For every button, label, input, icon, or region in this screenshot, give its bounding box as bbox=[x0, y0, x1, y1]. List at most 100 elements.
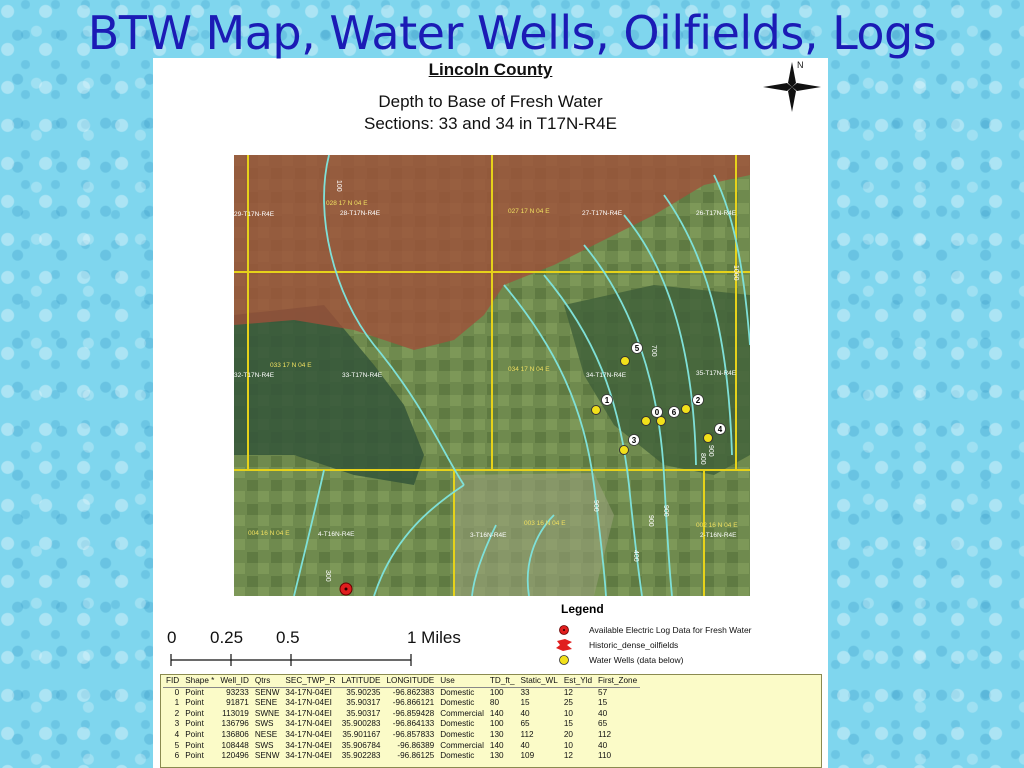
table-cell: 34-17N-04EI bbox=[285, 719, 332, 729]
table-cell: 136796 bbox=[221, 719, 249, 729]
table-cell: 130 bbox=[489, 729, 504, 739]
contour-label: 300 bbox=[324, 570, 331, 582]
table-cell: 65 bbox=[598, 719, 608, 729]
map-legend: Legend Available Electric Log Data for F… bbox=[553, 602, 828, 672]
section-label: 28-T17N-R4E bbox=[340, 210, 381, 217]
table-row[interactable]: 4 Point 136806 NESE 34-17N-04EI 35.901167 -96.… bbox=[163, 730, 640, 741]
table-cell: 34-17N-04EI bbox=[285, 708, 332, 718]
table-cell: 35.901167 bbox=[342, 729, 381, 739]
table-cell: SWNE bbox=[254, 708, 280, 718]
column-header: Well_ID bbox=[217, 676, 252, 688]
table-cell: 35.90235 bbox=[346, 687, 381, 697]
table-cell: SENW bbox=[254, 751, 280, 761]
table-cell: 57 bbox=[598, 687, 608, 697]
water-well-marker[interactable] bbox=[656, 416, 666, 426]
table-cell: 140 bbox=[489, 740, 504, 750]
well-number-label: 1 bbox=[605, 396, 610, 405]
oilfield-swatch-icon bbox=[556, 639, 572, 651]
table-cell: 6 bbox=[174, 751, 180, 761]
map-subtitle-depth: Depth to Base of Fresh Water bbox=[378, 92, 603, 111]
map-subtitle-sections: Sections: 33 and 34 in T17N-R4E bbox=[364, 114, 617, 133]
table-cell: Domestic bbox=[440, 719, 475, 729]
table-cell: 15 bbox=[598, 698, 608, 708]
water-well-marker[interactable] bbox=[703, 433, 713, 443]
table-cell: SWS bbox=[254, 740, 274, 750]
table-cell: 3 bbox=[174, 719, 180, 729]
table-cell: Point bbox=[185, 687, 204, 697]
table-cell: SWS bbox=[254, 719, 274, 729]
contour-label: 400 bbox=[632, 550, 639, 562]
aerial-map[interactable]: 100 1000 700 900 800 900 900 400 300 900… bbox=[234, 155, 750, 596]
column-header: Est_Yld bbox=[560, 676, 596, 688]
table-cell: 35.902283 bbox=[341, 751, 381, 761]
water-well-marker[interactable] bbox=[619, 445, 629, 455]
table-row[interactable]: 1 Point 91871 SENE 34-17N-04EI 35.90317 -96.86… bbox=[163, 698, 640, 709]
table-cell: 40 bbox=[520, 740, 530, 750]
table-cell: 35.900283 bbox=[341, 719, 381, 729]
section-label: 003 16 N 04 E bbox=[524, 520, 566, 527]
table-cell: Point bbox=[185, 751, 204, 761]
column-header: Use bbox=[437, 676, 487, 688]
table-cell: -96.86125 bbox=[397, 751, 435, 761]
water-well-marker[interactable] bbox=[681, 404, 691, 414]
table-cell: 112 bbox=[598, 729, 612, 739]
table-cell: 15 bbox=[563, 719, 573, 729]
table-cell: 109 bbox=[520, 751, 535, 761]
table-cell: Point bbox=[185, 708, 204, 718]
section-label: 3-T16N-R4E bbox=[470, 532, 507, 539]
table-row[interactable]: 2 Point 113019 SWNE 34-17N-04EI 35.90317 -96.8… bbox=[163, 709, 640, 720]
table-cell: 35.906784 bbox=[341, 740, 381, 750]
table-cell: 140 bbox=[489, 708, 504, 718]
section-label: 26-T17N-R4E bbox=[696, 210, 737, 217]
yellow-dot-icon bbox=[559, 655, 569, 665]
column-header: LONGITUDE bbox=[383, 676, 438, 688]
table-cell: 35.90317 bbox=[346, 698, 381, 708]
table-cell: Domestic bbox=[440, 698, 475, 708]
section-label: 033 17 N 04 E bbox=[270, 362, 312, 369]
water-well-marker[interactable] bbox=[641, 416, 651, 426]
well-number-label: 2 bbox=[696, 396, 701, 405]
well-number-label: 5 bbox=[635, 344, 640, 353]
table-cell: NESE bbox=[254, 729, 278, 739]
table-row[interactable]: 6 Point 120496 SENW 34-17N-04EI 35.902283 -96.… bbox=[163, 751, 640, 762]
table-cell: 34-17N-04EI bbox=[285, 729, 332, 739]
table-cell: 34-17N-04EI bbox=[285, 751, 332, 761]
table-cell: 100 bbox=[489, 687, 504, 697]
well-number-label: 4 bbox=[718, 425, 723, 434]
table-cell: 10 bbox=[563, 708, 573, 718]
table-cell: 91871 bbox=[226, 698, 249, 708]
contour-label: 700 bbox=[650, 345, 657, 357]
column-header: Shape * bbox=[182, 676, 218, 688]
section-label: 33-T17N-R4E bbox=[342, 372, 383, 379]
water-well-marker[interactable] bbox=[620, 356, 630, 366]
section-label: 35-T17N-R4E bbox=[696, 370, 737, 377]
table-cell: -96.864133 bbox=[392, 719, 435, 729]
scale-tick-025: 0.25 bbox=[210, 628, 244, 647]
scale-ruler bbox=[170, 654, 412, 666]
section-label: 4-T16N-R4E bbox=[318, 531, 355, 538]
table-cell: -96.859428 bbox=[392, 708, 435, 718]
table-cell: 2 bbox=[174, 708, 180, 718]
legend-label: Historic_dense_oilfields bbox=[589, 640, 679, 650]
table-cell: -96.86389 bbox=[397, 740, 435, 750]
table-cell: 112 bbox=[520, 729, 534, 739]
well-table: FID Shape * Well_ID Qtrs SEC_TWP_R LATIT… bbox=[163, 676, 641, 762]
table-cell: 113019 bbox=[222, 708, 249, 718]
table-cell: 25 bbox=[563, 698, 573, 708]
section-label: 027 17 N 04 E bbox=[508, 208, 550, 215]
table-cell: 35.90317 bbox=[346, 708, 381, 718]
table-cell: 20 bbox=[563, 729, 573, 739]
table-cell: 5 bbox=[174, 740, 180, 750]
table-row[interactable]: 3 Point 136796 SWS 34-17N-04EI 35.900283 -96.8… bbox=[163, 719, 640, 730]
table-cell: 130 bbox=[489, 751, 504, 761]
table-row[interactable]: 5 Point 108448 SWS 34-17N-04EI 35.906784 -96.8… bbox=[163, 741, 640, 752]
well-attribute-table: FID Shape * Well_ID Qtrs SEC_TWP_R LATIT… bbox=[160, 674, 822, 768]
table-row[interactable]: 0 Point 93233 SENW 34-17N-04EI 35.90235 -96.86… bbox=[163, 687, 640, 698]
column-header: Qtrs bbox=[251, 676, 283, 688]
water-well-marker[interactable] bbox=[591, 405, 601, 415]
section-label: 028 17 N 04 E bbox=[326, 200, 368, 207]
scale-bar: 0 0.25 0.5 1 Miles bbox=[163, 628, 463, 678]
table-cell: 4 bbox=[174, 729, 180, 739]
table-cell: Point bbox=[185, 698, 204, 708]
legend-label: Available Electric Log Data for Fresh Wa… bbox=[589, 625, 752, 635]
